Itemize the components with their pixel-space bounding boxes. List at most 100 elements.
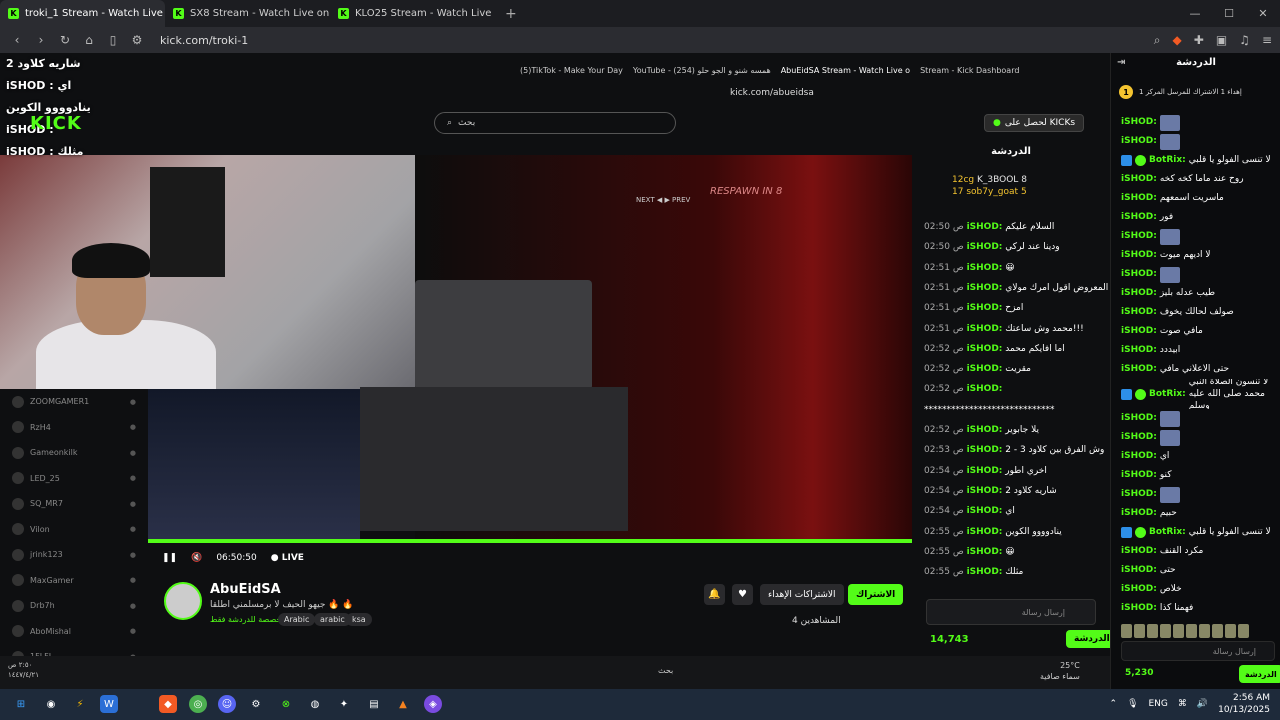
chat-username[interactable]: iSHOD: — [1121, 542, 1157, 561]
chat-username[interactable]: iSHOD: — [1121, 360, 1157, 379]
sidebar-channel[interactable]: MaxGamer — [0, 568, 148, 594]
browser-tab-klo25[interactable]: K KLO25 Stream - Watch Live on Kick ✕ — [330, 0, 495, 27]
get-kicks-button[interactable]: ● لحصل على KICKs — [984, 114, 1085, 132]
chat-username[interactable]: iSHOD: — [1121, 447, 1157, 466]
app-bolt-icon[interactable]: ⚡ — [71, 695, 89, 713]
video-progress-bar[interactable] — [148, 539, 912, 543]
browser-tab-sx8[interactable]: K SX8 Stream - Watch Live on Kick ✕ — [165, 0, 330, 27]
sidebar-icon[interactable]: ▣ — [1216, 33, 1227, 47]
sidebar-channel[interactable]: Drb7h — [0, 593, 148, 619]
pause-icon[interactable]: ❚❚ — [162, 553, 177, 563]
tag-arabic[interactable]: Arabic — [278, 613, 316, 626]
app-a-icon[interactable]: ▲ — [394, 695, 412, 713]
brave-shield-icon[interactable]: ◆ — [1173, 33, 1182, 47]
language-indicator[interactable]: ENG — [1149, 699, 1168, 709]
sidebar-channel[interactable]: Gameonkilk — [0, 440, 148, 466]
streamer-avatar[interactable] — [164, 582, 202, 620]
emote-icon[interactable] — [1121, 624, 1132, 638]
chat-username[interactable]: iSHOD: — [1121, 113, 1157, 132]
chat-username[interactable]: iSHOD: — [1121, 561, 1157, 580]
volume-icon[interactable]: 🔇 — [191, 553, 202, 563]
emote-icon[interactable] — [1134, 624, 1145, 638]
app-purple-icon[interactable]: ◈ — [424, 695, 442, 713]
chat-username[interactable]: iSHOD: — [1121, 132, 1157, 151]
menu-icon[interactable]: ≡ — [1262, 33, 1272, 47]
chat-username[interactable]: BotRix: — [1149, 388, 1186, 400]
emote-icon[interactable] — [1225, 624, 1236, 638]
maximize-button[interactable]: ☐ — [1212, 0, 1246, 27]
chat-username[interactable]: iSHOD: — [1121, 189, 1157, 208]
sidebar-channel[interactable]: AboMishal — [0, 619, 148, 645]
forward-icon[interactable]: › — [34, 33, 48, 47]
collapse-chat-icon[interactable]: ⇥ — [1117, 57, 1125, 68]
chat-username[interactable]: iSHOD: — [1121, 170, 1157, 189]
tag-ksa[interactable]: ksa — [346, 613, 372, 626]
chrome-icon[interactable]: ◎ — [189, 695, 207, 713]
home-icon[interactable]: ⌂ — [82, 33, 96, 47]
sidebar-channel[interactable]: SQ_MR7 — [0, 491, 148, 517]
search-input[interactable]: ⌕ بحث — [434, 112, 676, 134]
sidebar-channel[interactable]: ZOOMGAMER1 — [0, 389, 148, 415]
new-tab-button[interactable]: + — [495, 6, 527, 22]
close-window-button[interactable]: ✕ — [1246, 0, 1280, 27]
heart-button[interactable]: ♥ — [732, 584, 753, 605]
inner-chat-input[interactable]: إرسال رسالة — [926, 599, 1096, 625]
microphone-icon[interactable]: 🎙 — [1127, 699, 1138, 709]
obs-icon[interactable]: ◉ — [42, 695, 60, 713]
chat-username[interactable]: iSHOD: — [1121, 208, 1157, 227]
volume-icon[interactable]: 🔊 — [1197, 699, 1208, 709]
chat-send-button[interactable]: الدردشة — [1239, 665, 1280, 683]
chat-username[interactable]: iSHOD: — [1121, 409, 1157, 428]
chat-username[interactable]: iSHOD: — [1121, 265, 1157, 284]
chat-username[interactable]: iSHOD: — [1121, 284, 1157, 303]
minimize-button[interactable]: — — [1178, 0, 1212, 27]
chat-username[interactable]: iSHOD: — [1121, 599, 1157, 618]
steam-icon[interactable]: ⚙ — [247, 695, 265, 713]
emote-icon[interactable] — [1173, 624, 1184, 638]
emote-icon[interactable] — [1199, 624, 1210, 638]
zoom-icon[interactable]: ⌕ — [1154, 33, 1161, 48]
brave-icon[interactable]: ◆ — [159, 695, 177, 713]
stream-category[interactable]: مخصصة للدردشة فقط — [210, 615, 286, 624]
xbox-icon[interactable]: ⊗ — [277, 695, 295, 713]
chat-username[interactable]: iSHOD: — [1121, 341, 1157, 360]
notification-bell-button[interactable]: 🔔 — [704, 584, 725, 605]
app-ea-icon[interactable]: ◍ — [306, 695, 324, 713]
sidebar-channel[interactable]: jrink123 — [0, 542, 148, 568]
bookmark-icon[interactable]: ▯ — [106, 33, 120, 47]
sidebar-channel[interactable]: RzH4 — [0, 415, 148, 441]
app-terminal-icon[interactable]: ▤ — [365, 695, 383, 713]
chat-username[interactable]: iSHOD: — [1121, 303, 1157, 322]
app-settings-icon[interactable]: ✦ — [335, 695, 353, 713]
chat-username[interactable]: BotRix: — [1149, 523, 1186, 542]
network-icon[interactable]: ⌘ — [1178, 699, 1187, 709]
pinned-gift-banner[interactable]: 1 إهداء 1 الاشتراك للمرسل المركز 1 — [1119, 83, 1273, 101]
chat-username[interactable]: iSHOD: — [1121, 580, 1157, 599]
windows-start-icon[interactable]: ⊞ — [12, 695, 30, 713]
chat-username[interactable]: iSHOD: — [1121, 485, 1157, 504]
gift-subs-button[interactable]: الاشتراكات الإهداء — [760, 584, 844, 605]
sidebar-channel[interactable]: LED_25 — [0, 466, 148, 492]
tray-chevron-icon[interactable]: ⌃ — [1110, 699, 1118, 709]
chat-username[interactable]: iSHOD: — [1121, 322, 1157, 341]
chat-username[interactable]: BotRix: — [1149, 151, 1186, 170]
chat-username[interactable]: iSHOD: — [1121, 246, 1157, 265]
emote-icon[interactable] — [1147, 624, 1158, 638]
media-icon[interactable]: ♫ — [1239, 33, 1250, 47]
system-clock[interactable]: 2:56 AM 10/13/2025 — [1218, 692, 1270, 716]
subscribe-button[interactable]: الاشتراك — [848, 584, 904, 605]
emote-icon[interactable] — [1186, 624, 1197, 638]
back-icon[interactable]: ‹ — [10, 33, 24, 47]
sidebar-channel[interactable]: Vilon — [0, 517, 148, 543]
extensions-icon[interactable]: ✚ — [1194, 33, 1204, 47]
reload-icon[interactable]: ↻ — [58, 33, 72, 47]
emote-icon[interactable] — [1212, 624, 1223, 638]
discord-icon[interactable]: ☺ — [218, 695, 236, 713]
site-info-icon[interactable]: ⚙ — [130, 33, 144, 47]
chat-username[interactable]: iSHOD: — [1121, 466, 1157, 485]
chat-username[interactable]: iSHOD: — [1121, 227, 1157, 246]
emote-icon[interactable] — [1160, 624, 1171, 638]
emote-icon[interactable] — [1238, 624, 1249, 638]
chat-username[interactable]: iSHOD: — [1121, 428, 1157, 447]
url-field[interactable]: kick.com/troki-1 — [160, 34, 248, 47]
